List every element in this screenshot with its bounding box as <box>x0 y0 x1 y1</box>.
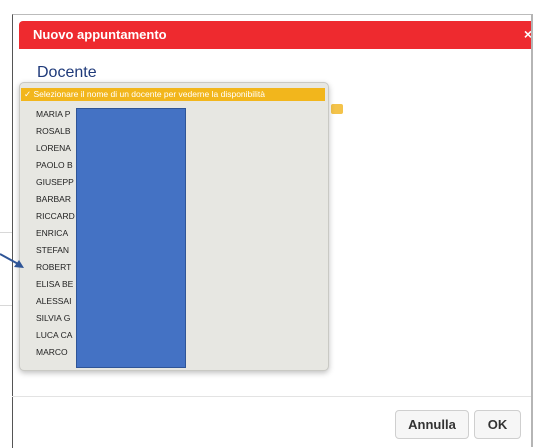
teacher-option[interactable]: RICCARD <box>36 211 75 222</box>
ok-button[interactable]: OK <box>474 410 521 439</box>
teacher-option[interactable]: GIUSEPP <box>36 177 74 188</box>
teacher-option[interactable]: LUCA CA <box>36 330 72 341</box>
teacher-option[interactable]: ENRICA <box>36 228 68 239</box>
redaction-overlay <box>76 108 186 368</box>
footer-divider <box>12 396 533 397</box>
background-page <box>0 0 12 447</box>
dialog-title: Nuovo appuntamento <box>33 27 167 42</box>
annotation-arrow-icon <box>0 253 24 268</box>
teacher-option[interactable]: MARCO <box>36 347 68 358</box>
background-divider <box>0 232 12 233</box>
teacher-option[interactable]: SILVIA G <box>36 313 70 324</box>
teacher-option[interactable]: ROBERT <box>36 262 71 273</box>
teacher-dropdown[interactable]: ✓ Selezionare il nome di un docente per … <box>19 82 329 371</box>
teacher-option[interactable]: LORENA <box>36 143 71 154</box>
select-edge-indicator[interactable] <box>331 104 343 114</box>
background-divider <box>0 305 12 306</box>
teacher-option[interactable]: ELISA BE <box>36 279 73 290</box>
dropdown-selected-option[interactable]: ✓ Selezionare il nome di un docente per … <box>21 88 325 101</box>
cancel-button[interactable]: Annulla <box>395 410 469 439</box>
teacher-option[interactable]: PAOLO B <box>36 160 73 171</box>
teacher-option[interactable]: STEFAN <box>36 245 69 256</box>
teacher-option[interactable]: MARIA P <box>36 109 70 120</box>
teacher-option[interactable]: BARBAR <box>36 194 71 205</box>
teacher-section-label: Docente <box>37 64 97 81</box>
dialog-header: Nuovo appuntamento × <box>19 21 533 49</box>
teacher-option[interactable]: ROSALB <box>36 126 71 137</box>
teacher-option[interactable]: ALESSAI <box>36 296 71 307</box>
